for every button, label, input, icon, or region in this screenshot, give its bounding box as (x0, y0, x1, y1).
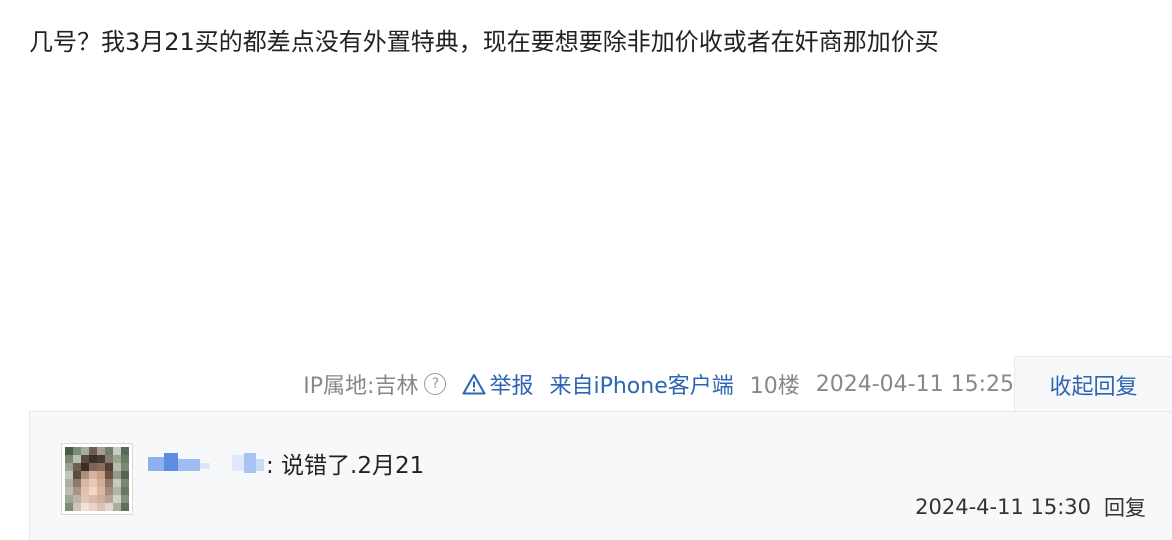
avatar-image (65, 447, 129, 511)
post-content: 几号？我3月21买的都差点没有外置特典，现在要想要除非加价收或者在奸商那加价买 (29, 28, 939, 56)
avatar-pixel (121, 447, 129, 455)
avatar-pixel (65, 471, 73, 479)
avatar-pixel (105, 503, 113, 511)
avatar-pixel (73, 479, 81, 487)
avatar-pixel (81, 495, 89, 503)
report-link[interactable]: 举报 (462, 368, 533, 400)
reply-timestamp: 2024-4-11 15:30 (915, 495, 1091, 519)
avatar-pixel (73, 487, 81, 495)
post-meta-bar: IP属地:吉林 ? 举报 来自iPhone客户端 10楼 2024-04-11 … (0, 356, 1014, 412)
avatar-pixel (81, 463, 89, 471)
post-timestamp: 2024-04-11 15:25 (815, 371, 1014, 397)
avatar-pixel (97, 455, 105, 463)
avatar-pixel (121, 495, 129, 503)
avatar-pixel (89, 447, 97, 455)
avatar-pixel (81, 479, 89, 487)
reply-footer: 2024-4-11 15:30 回复 (915, 492, 1146, 522)
avatar-pixel (73, 455, 81, 463)
ip-location: IP属地:吉林 (303, 374, 419, 399)
avatar-pixel (81, 447, 89, 455)
avatar-pixel (105, 479, 113, 487)
avatar-pixel (121, 503, 129, 511)
avatar-pixel (105, 471, 113, 479)
help-icon[interactable]: ? (424, 373, 447, 395)
avatar-pixel (73, 495, 81, 503)
avatar-pixel (105, 463, 113, 471)
avatar-pixel (97, 463, 105, 471)
avatar-pixel (81, 471, 89, 479)
avatar-pixel (121, 463, 129, 471)
avatar-pixel (97, 447, 105, 455)
avatar-pixel (113, 503, 121, 511)
avatar-pixel (121, 455, 129, 463)
avatar-pixel (65, 463, 73, 471)
avatar-pixel (113, 447, 121, 455)
ip-location-group: IP属地:吉林 ? (303, 368, 447, 400)
reply-item: : 说错了.2月21 (148, 446, 424, 480)
avatar-pixel (89, 487, 97, 495)
username-redacted[interactable] (148, 449, 264, 477)
avatar-pixel (113, 487, 121, 495)
avatar-pixel (97, 487, 105, 495)
avatar-pixel (89, 479, 97, 487)
avatar-pixel (97, 479, 105, 487)
avatar-pixel (81, 487, 89, 495)
avatar-pixel (113, 463, 121, 471)
avatar-pixel (73, 463, 81, 471)
report-label: 举报 (489, 374, 534, 399)
avatar-pixel (121, 487, 129, 495)
avatar-pixel (97, 471, 105, 479)
avatar-pixel (121, 479, 129, 487)
avatar-pixel (65, 455, 73, 463)
avatar-pixel (97, 503, 105, 511)
avatar-pixel (89, 471, 97, 479)
avatar-pixel (73, 471, 81, 479)
avatar-pixel (105, 455, 113, 463)
reply-text: : 说错了.2月21 (266, 453, 425, 479)
avatar-pixel (65, 503, 73, 511)
avatar[interactable] (61, 443, 133, 515)
avatar-pixel (113, 495, 121, 503)
avatar-pixel (97, 495, 105, 503)
avatar-pixel (89, 495, 97, 503)
avatar-pixel (113, 455, 121, 463)
avatar-pixel (113, 471, 121, 479)
avatar-pixel (121, 471, 129, 479)
avatar-pixel (81, 503, 89, 511)
avatar-pixel (73, 503, 81, 511)
reply-button[interactable]: 回复 (1104, 492, 1146, 522)
avatar-pixel (89, 503, 97, 511)
reply-panel: : 说错了.2月21 2024-4-11 15:30 回复 (29, 411, 1172, 540)
avatar-pixel (89, 463, 97, 471)
avatar-pixel (65, 487, 73, 495)
avatar-pixel (105, 487, 113, 495)
avatar-pixel (105, 447, 113, 455)
avatar-pixel (73, 447, 81, 455)
avatar-pixel (81, 455, 89, 463)
floor-number: 10楼 (749, 374, 800, 399)
client-source-link[interactable]: 来自iPhone客户端 (549, 368, 733, 400)
avatar-pixel (65, 447, 73, 455)
avatar-pixel (105, 495, 113, 503)
avatar-pixel (65, 479, 73, 487)
avatar-pixel (113, 479, 121, 487)
avatar-pixel (89, 455, 97, 463)
collapse-replies-button[interactable]: 收起回复 (1014, 356, 1172, 412)
warning-icon (462, 374, 486, 395)
avatar-pixel (65, 495, 73, 503)
